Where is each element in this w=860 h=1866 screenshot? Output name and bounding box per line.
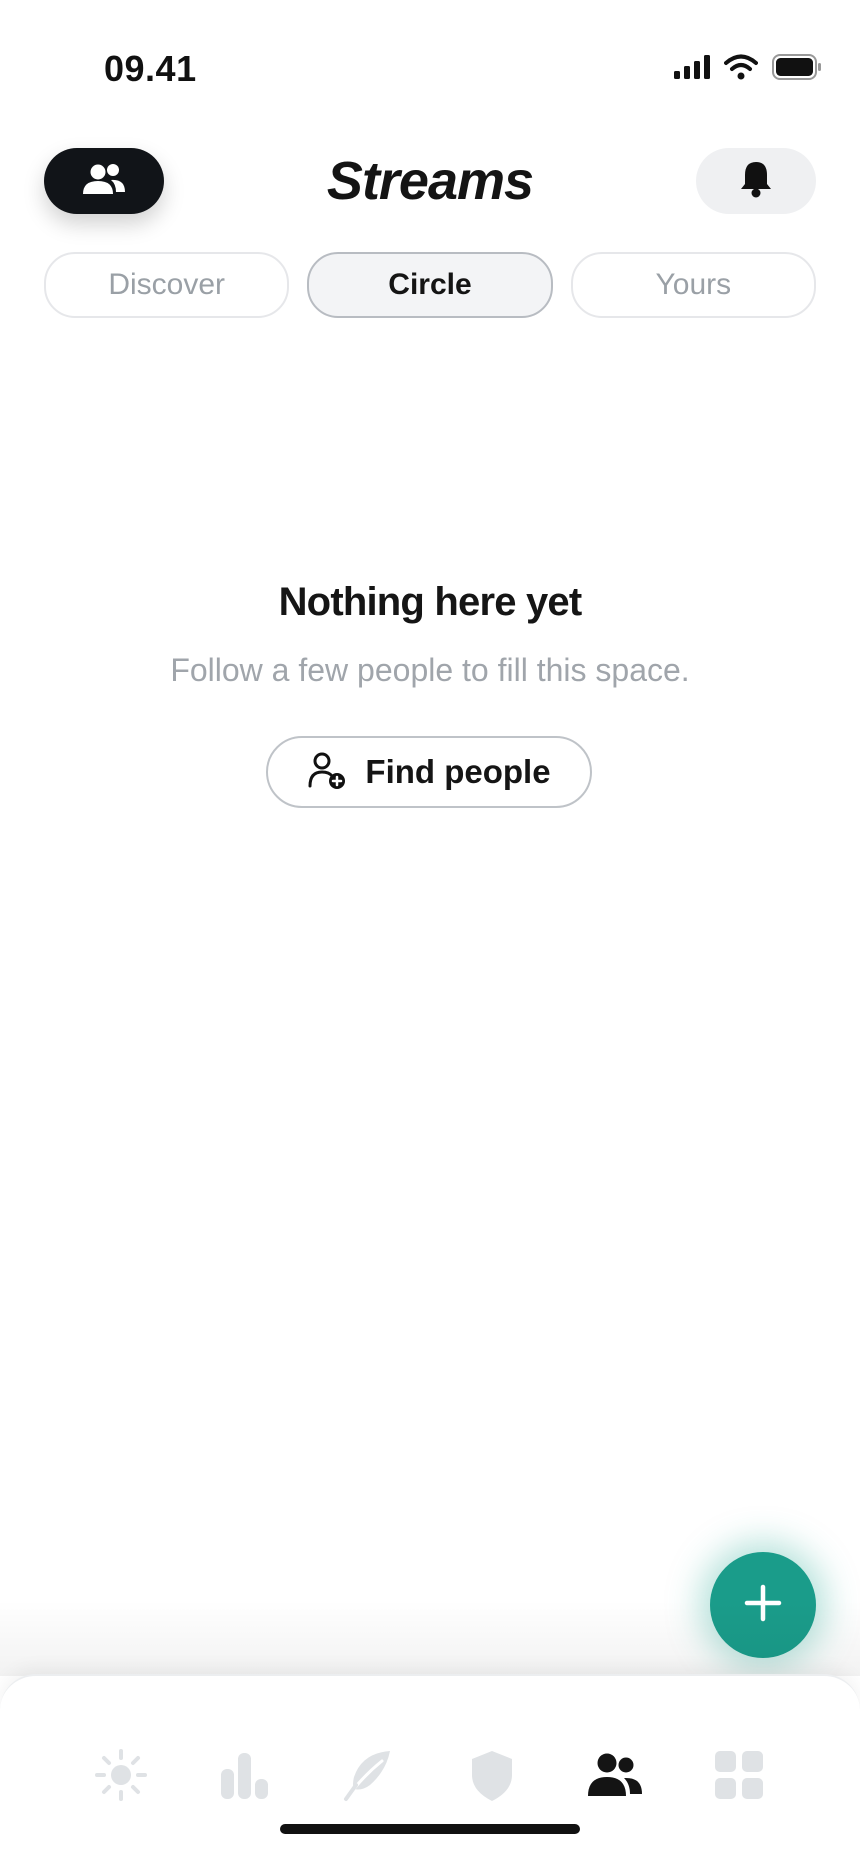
status-time: 09.41	[104, 48, 197, 89]
bottom-nav-shadow	[0, 1600, 860, 1676]
tab-discover[interactable]: Discover	[44, 252, 290, 318]
nav-item-security[interactable]	[431, 1742, 553, 1812]
people-icon	[586, 1752, 644, 1803]
nav-item-today[interactable]	[60, 1742, 182, 1812]
bottom-nav-items	[60, 1742, 800, 1812]
shield-icon	[464, 1747, 520, 1808]
tab-circle[interactable]: Circle	[307, 252, 553, 318]
cellular-signal-icon	[674, 55, 710, 84]
sun-icon	[93, 1747, 149, 1808]
grid-icon	[713, 1749, 765, 1806]
nav-item-streams[interactable]	[554, 1742, 676, 1812]
wifi-icon	[724, 54, 758, 85]
stream-tabs: Discover Circle Yours	[44, 252, 816, 318]
empty-state-title: Nothing here yet	[278, 580, 583, 624]
notifications-button[interactable]	[696, 148, 816, 214]
empty-state-subtitle: Follow a few people to fill this space.	[170, 652, 690, 688]
bottom-nav	[0, 1674, 860, 1866]
nav-item-more[interactable]	[678, 1742, 800, 1812]
feather-icon	[340, 1747, 396, 1808]
nav-item-stats[interactable]	[184, 1742, 306, 1812]
add-person-icon	[307, 750, 347, 795]
nav-item-journal[interactable]	[307, 1742, 429, 1812]
status-bar: 09.41	[0, 0, 860, 140]
tab-yours[interactable]: Yours	[570, 252, 816, 318]
find-people-button[interactable]: Find people	[266, 736, 592, 808]
status-icons	[674, 54, 822, 85]
bar-chart-icon	[217, 1747, 273, 1808]
find-people-label: Find people	[365, 753, 551, 790]
bell-icon	[738, 159, 774, 204]
battery-icon	[772, 54, 822, 85]
home-indicator	[280, 1824, 580, 1834]
